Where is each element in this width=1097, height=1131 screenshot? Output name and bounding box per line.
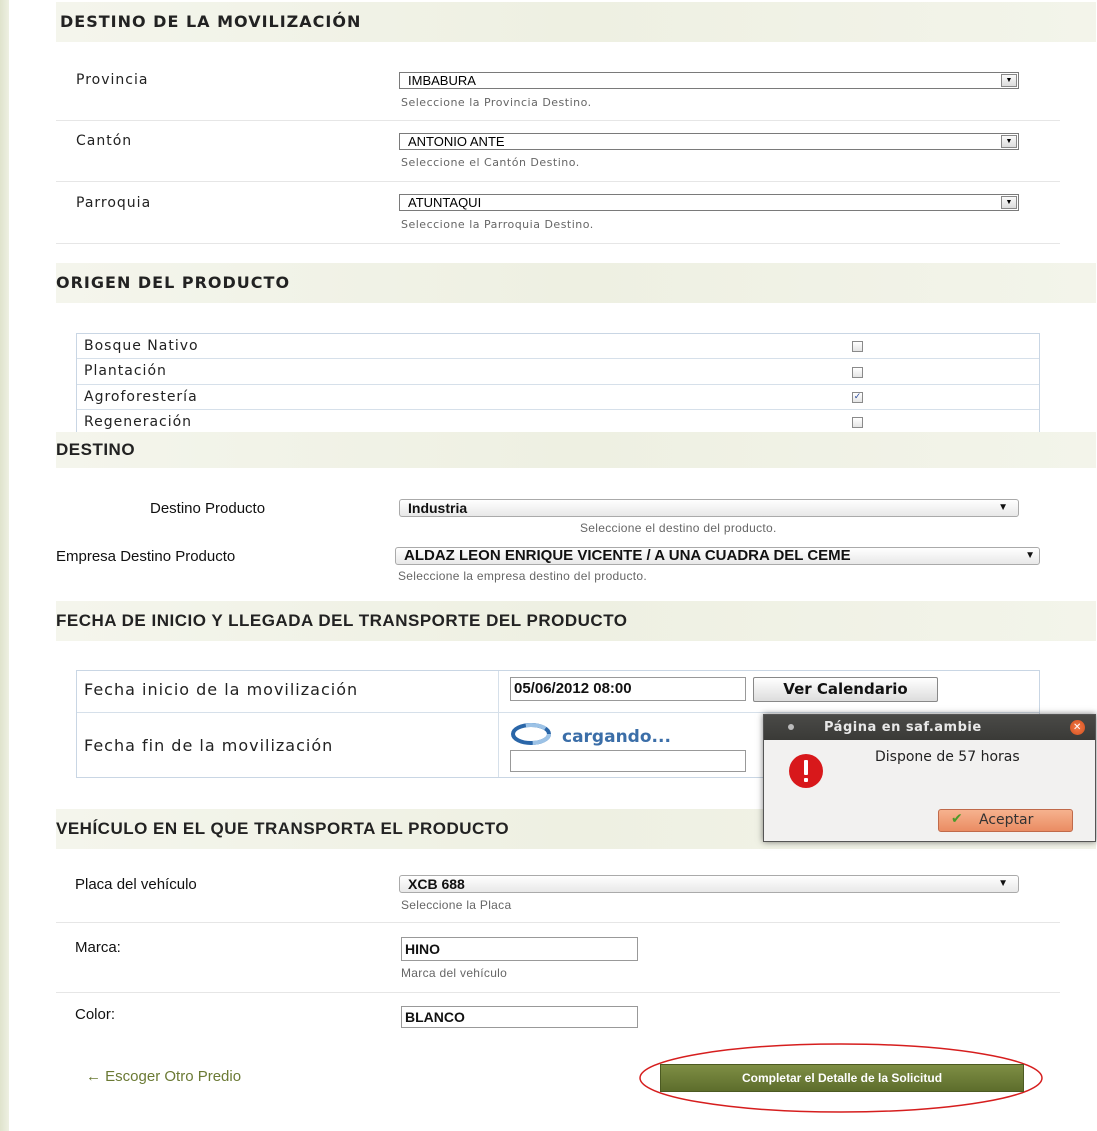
empresa-destino-select[interactable]: ALDAZ LEON ENRIQUE VICENTE / A UNA CUADR… xyxy=(395,547,1040,565)
dialog-message: Dispone de 57 horas xyxy=(875,749,1020,765)
close-icon[interactable]: ✕ xyxy=(1070,720,1085,735)
marca-hint: Marca del vehículo xyxy=(401,966,508,980)
destino-producto-value: Industria xyxy=(408,500,468,516)
placa-select[interactable]: XCB 688 ▼ xyxy=(399,875,1019,893)
provincia-value: IMBABURA xyxy=(408,73,476,88)
loading-spinner-icon xyxy=(511,723,551,745)
canton-hint: Seleccione el Cantón Destino. xyxy=(401,156,580,169)
provincia-hint: Seleccione la Provincia Destino. xyxy=(401,96,592,109)
aceptar-label: Aceptar xyxy=(979,812,1034,828)
parroquia-value: ATUNTAQUI xyxy=(408,195,482,210)
origen-label: Bosque Nativo xyxy=(84,338,199,354)
left-border xyxy=(0,0,9,1131)
color-label: Color: xyxy=(75,1006,116,1023)
alert-dialog: Página en saf.ambie ✕ Dispone de 57 hora… xyxy=(763,714,1096,842)
divider xyxy=(56,992,1060,993)
origen-table: Bosque Nativo Plantación Agroforestería … xyxy=(76,333,1040,435)
dialog-titlebar: Página en saf.ambie ✕ xyxy=(764,715,1095,740)
aceptar-button[interactable]: ✔ Aceptar xyxy=(938,809,1073,832)
divider xyxy=(56,243,1060,244)
dropdown-arrow-icon[interactable]: ▼ xyxy=(998,876,1008,892)
check-icon: ✔ xyxy=(951,811,963,827)
placa-hint: Seleccione la Placa xyxy=(401,898,512,912)
fecha-fin-label: Fecha fin de la movilización xyxy=(84,736,334,755)
destino-producto-hint: Seleccione el destino del producto. xyxy=(580,521,777,535)
canton-select[interactable]: ANTONIO ANTE ▼ xyxy=(399,133,1019,150)
escoger-otro-predio-link[interactable]: ← Escoger Otro Predio xyxy=(86,1068,241,1085)
canton-value: ANTONIO ANTE xyxy=(408,134,505,149)
section-title: ORIGEN DEL PRODUCTO xyxy=(56,273,291,292)
dropdown-arrow-icon[interactable]: ▼ xyxy=(1001,196,1017,209)
marca-label: Marca: xyxy=(75,939,121,956)
origen-checkbox-plantacion[interactable] xyxy=(852,367,863,378)
section-title: DESTINO DE LA MOVILIZACIÓN xyxy=(60,12,362,31)
canton-label: Cantón xyxy=(76,133,133,149)
divider xyxy=(56,181,1060,182)
empresa-destino-label: Empresa Destino Producto xyxy=(56,548,236,565)
section-title: VEHÍCULO EN EL QUE TRANSPORTA EL PRODUCT… xyxy=(56,819,510,838)
section-header-destino-movilizacion: DESTINO DE LA MOVILIZACIÓN xyxy=(56,2,1096,42)
section-title: DESTINO xyxy=(56,440,136,459)
origen-label: Plantación xyxy=(84,363,167,379)
parroquia-hint: Seleccione la Parroquia Destino. xyxy=(401,218,594,231)
divider xyxy=(56,922,1060,923)
provincia-select[interactable]: IMBABURA ▼ xyxy=(399,72,1019,89)
table-row: Plantación xyxy=(77,359,1039,385)
section-header-destino: DESTINO xyxy=(56,432,1096,468)
dropdown-arrow-icon[interactable]: ▼ xyxy=(998,500,1008,516)
loading-text: cargando... xyxy=(562,727,671,747)
origen-label: Agroforestería xyxy=(84,389,198,405)
section-header-fechas: FECHA DE INICIO Y LLEGADA DEL TRANSPORTE… xyxy=(56,601,1096,641)
origen-checkbox-bosque-nativo[interactable] xyxy=(852,341,863,352)
origen-label: Regeneración xyxy=(84,414,193,430)
destino-producto-select[interactable]: Industria ▼ xyxy=(399,499,1019,517)
parroquia-select[interactable]: ATUNTAQUI ▼ xyxy=(399,194,1019,211)
section-title: FECHA DE INICIO Y LLEGADA DEL TRANSPORTE… xyxy=(56,611,628,630)
fecha-fin-input[interactable] xyxy=(510,750,746,772)
origen-checkbox-agroforesteria[interactable]: ✓ xyxy=(852,392,863,403)
dropdown-arrow-icon[interactable]: ▼ xyxy=(1001,74,1017,87)
empresa-destino-value: ALDAZ LEON ENRIQUE VICENTE / A UNA CUADR… xyxy=(404,547,851,564)
placa-value: XCB 688 xyxy=(408,876,465,892)
provincia-label: Provincia xyxy=(76,72,149,88)
table-row: Agroforestería ✓ xyxy=(77,385,1039,410)
fecha-inicio-input[interactable]: 05/06/2012 08:00 xyxy=(510,677,746,701)
section-header-origen: ORIGEN DEL PRODUCTO xyxy=(56,263,1096,303)
parroquia-label: Parroquia xyxy=(76,195,152,211)
fecha-inicio-label: Fecha inicio de la movilización xyxy=(84,680,359,699)
window-menu-icon xyxy=(788,724,794,730)
dropdown-arrow-icon[interactable]: ▼ xyxy=(1025,548,1035,564)
empresa-destino-hint: Seleccione la empresa destino del produc… xyxy=(398,569,648,583)
destino-producto-label: Destino Producto xyxy=(150,500,266,517)
completar-detalle-button[interactable]: Completar el Detalle de la Solicitud xyxy=(660,1064,1024,1092)
ver-calendario-button[interactable]: Ver Calendario xyxy=(753,677,938,702)
dialog-title: Página en saf.ambie xyxy=(824,720,982,735)
dropdown-arrow-icon[interactable]: ▼ xyxy=(1001,135,1017,148)
error-icon xyxy=(789,754,823,788)
color-input[interactable]: BLANCO xyxy=(401,1006,638,1028)
marca-input[interactable]: HINO xyxy=(401,937,638,961)
table-row: Fecha inicio de la movilización 05/06/20… xyxy=(77,671,1039,777)
table-row: Bosque Nativo xyxy=(77,334,1039,359)
divider xyxy=(56,120,1060,121)
placa-label: Placa del vehículo xyxy=(75,876,197,893)
origen-checkbox-regeneracion[interactable] xyxy=(852,417,863,428)
